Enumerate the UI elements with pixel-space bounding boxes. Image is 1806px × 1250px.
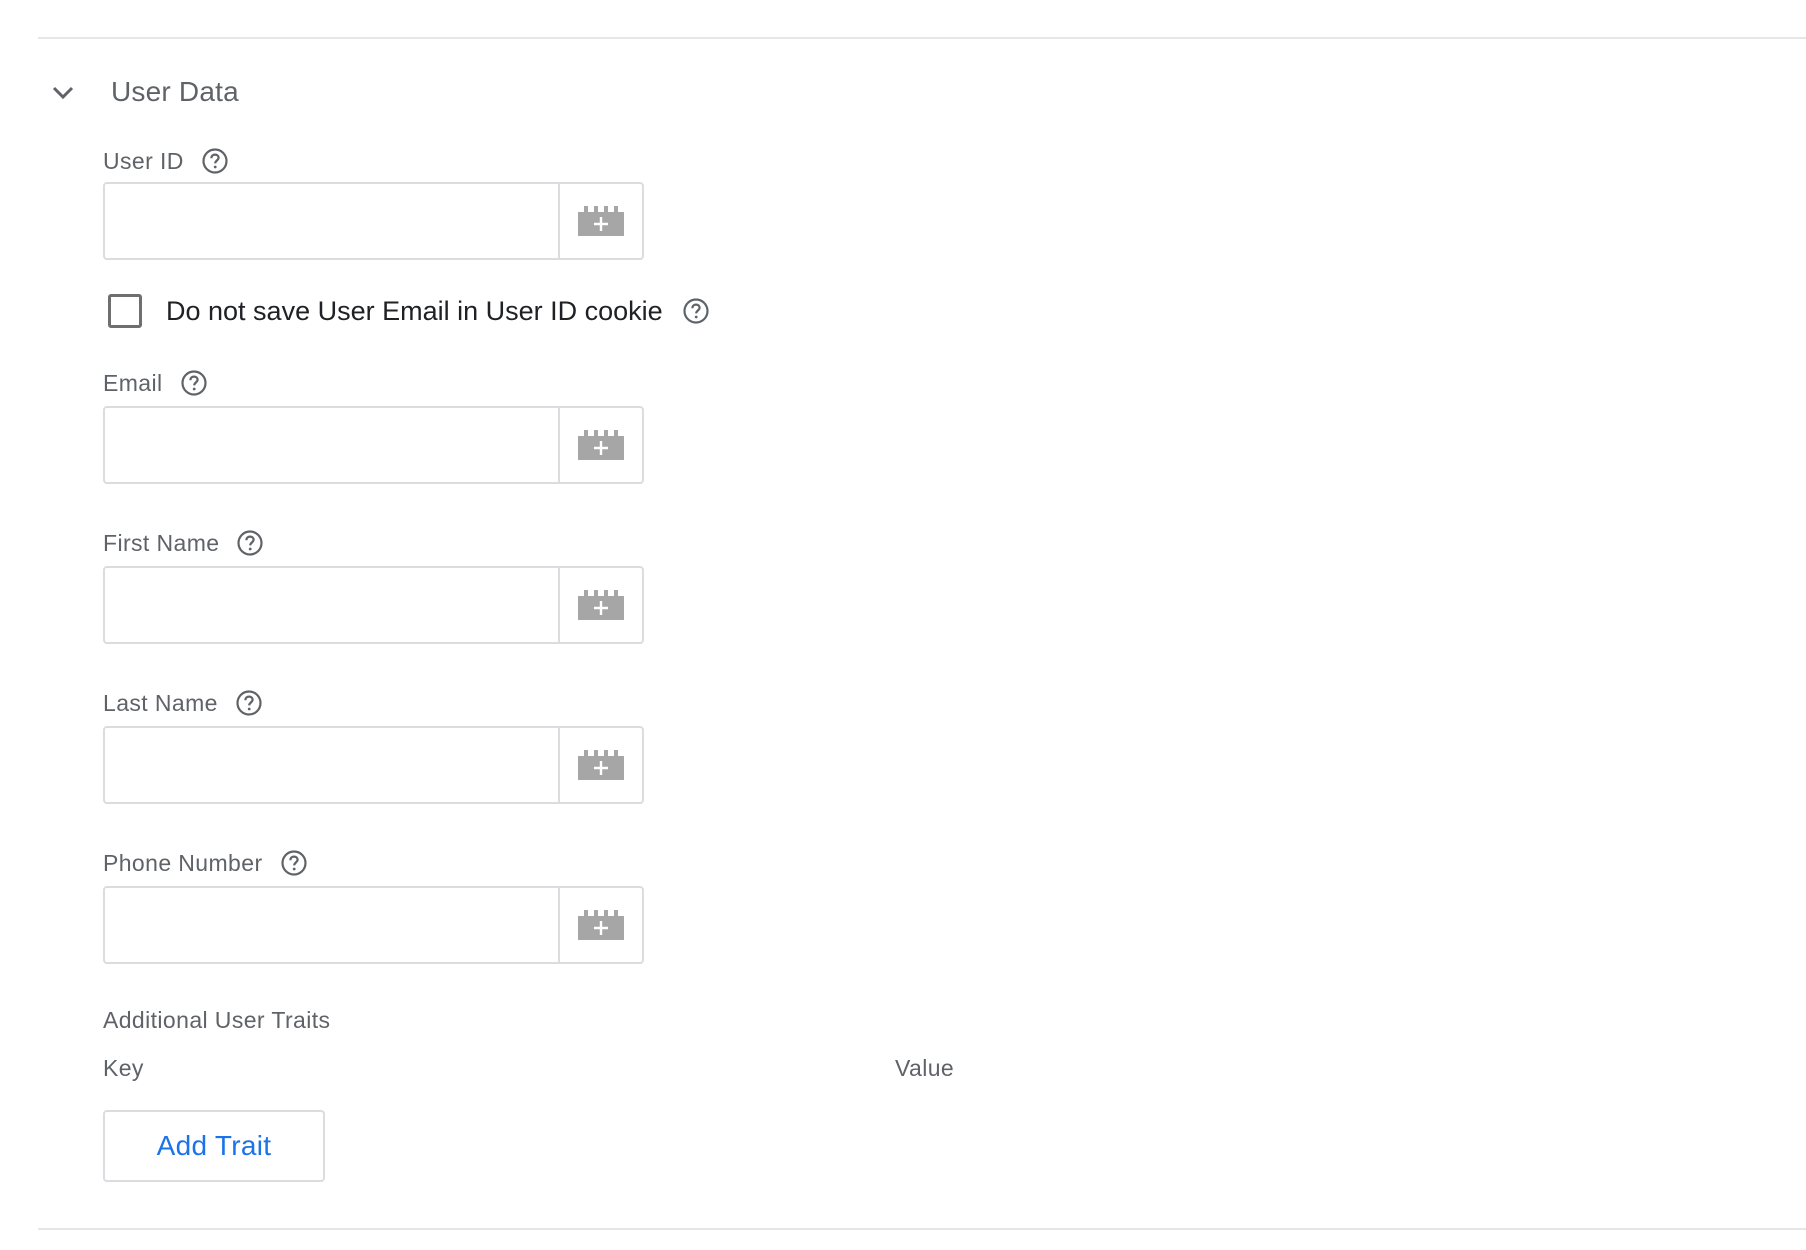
phone-number-variable-button[interactable] xyxy=(558,888,642,962)
bottom-divider xyxy=(38,1228,1806,1230)
email-cookie-checkbox[interactable] xyxy=(108,294,142,328)
phone-number-input[interactable] xyxy=(105,888,558,962)
last-name-field xyxy=(103,726,644,804)
chevron-down-icon[interactable] xyxy=(48,77,78,107)
user-id-label-text: User ID xyxy=(103,147,184,174)
help-circle-icon[interactable] xyxy=(234,688,264,718)
email-cookie-checkbox-row[interactable]: Do not save User Email in User ID cookie xyxy=(108,294,711,328)
first-name-input[interactable] xyxy=(105,568,558,642)
last-name-label-text: Last Name xyxy=(103,689,218,716)
last-name-label: Last Name xyxy=(103,688,264,718)
add-variable-icon xyxy=(578,590,624,620)
email-label: Email xyxy=(103,368,209,398)
phone-number-label-text: Phone Number xyxy=(103,849,263,876)
email-cookie-checkbox-label: Do not save User Email in User ID cookie xyxy=(166,295,663,326)
email-input[interactable] xyxy=(105,408,558,482)
email-field xyxy=(103,406,644,484)
section-title: User Data xyxy=(111,76,239,107)
top-divider xyxy=(38,37,1806,39)
help-circle-icon[interactable] xyxy=(179,368,209,398)
user-id-label: User ID xyxy=(103,146,230,176)
help-circle-icon[interactable] xyxy=(235,528,265,558)
additional-traits-title: Additional User Traits xyxy=(103,1007,331,1033)
first-name-label-text: First Name xyxy=(103,529,220,556)
last-name-variable-button[interactable] xyxy=(558,728,642,802)
section-header[interactable]: User Data xyxy=(48,68,239,116)
add-variable-icon xyxy=(578,206,624,236)
last-name-input[interactable] xyxy=(105,728,558,802)
email-label-text: Email xyxy=(103,369,163,396)
first-name-variable-button[interactable] xyxy=(558,568,642,642)
key-column-header: Key xyxy=(103,1055,144,1081)
first-name-field xyxy=(103,566,644,644)
phone-number-label: Phone Number xyxy=(103,848,309,878)
help-circle-icon[interactable] xyxy=(681,296,711,326)
add-variable-icon xyxy=(578,750,624,780)
user-id-variable-button[interactable] xyxy=(558,184,642,258)
value-column-header: Value xyxy=(895,1055,955,1081)
add-trait-button[interactable]: Add Trait xyxy=(103,1110,325,1182)
add-variable-icon xyxy=(578,430,624,460)
help-circle-icon[interactable] xyxy=(200,146,230,176)
user-id-input[interactable] xyxy=(105,184,558,258)
user-id-field xyxy=(103,182,644,260)
add-variable-icon xyxy=(578,910,624,940)
phone-number-field xyxy=(103,886,644,964)
first-name-label: First Name xyxy=(103,528,265,558)
email-variable-button[interactable] xyxy=(558,408,642,482)
help-circle-icon[interactable] xyxy=(279,848,309,878)
